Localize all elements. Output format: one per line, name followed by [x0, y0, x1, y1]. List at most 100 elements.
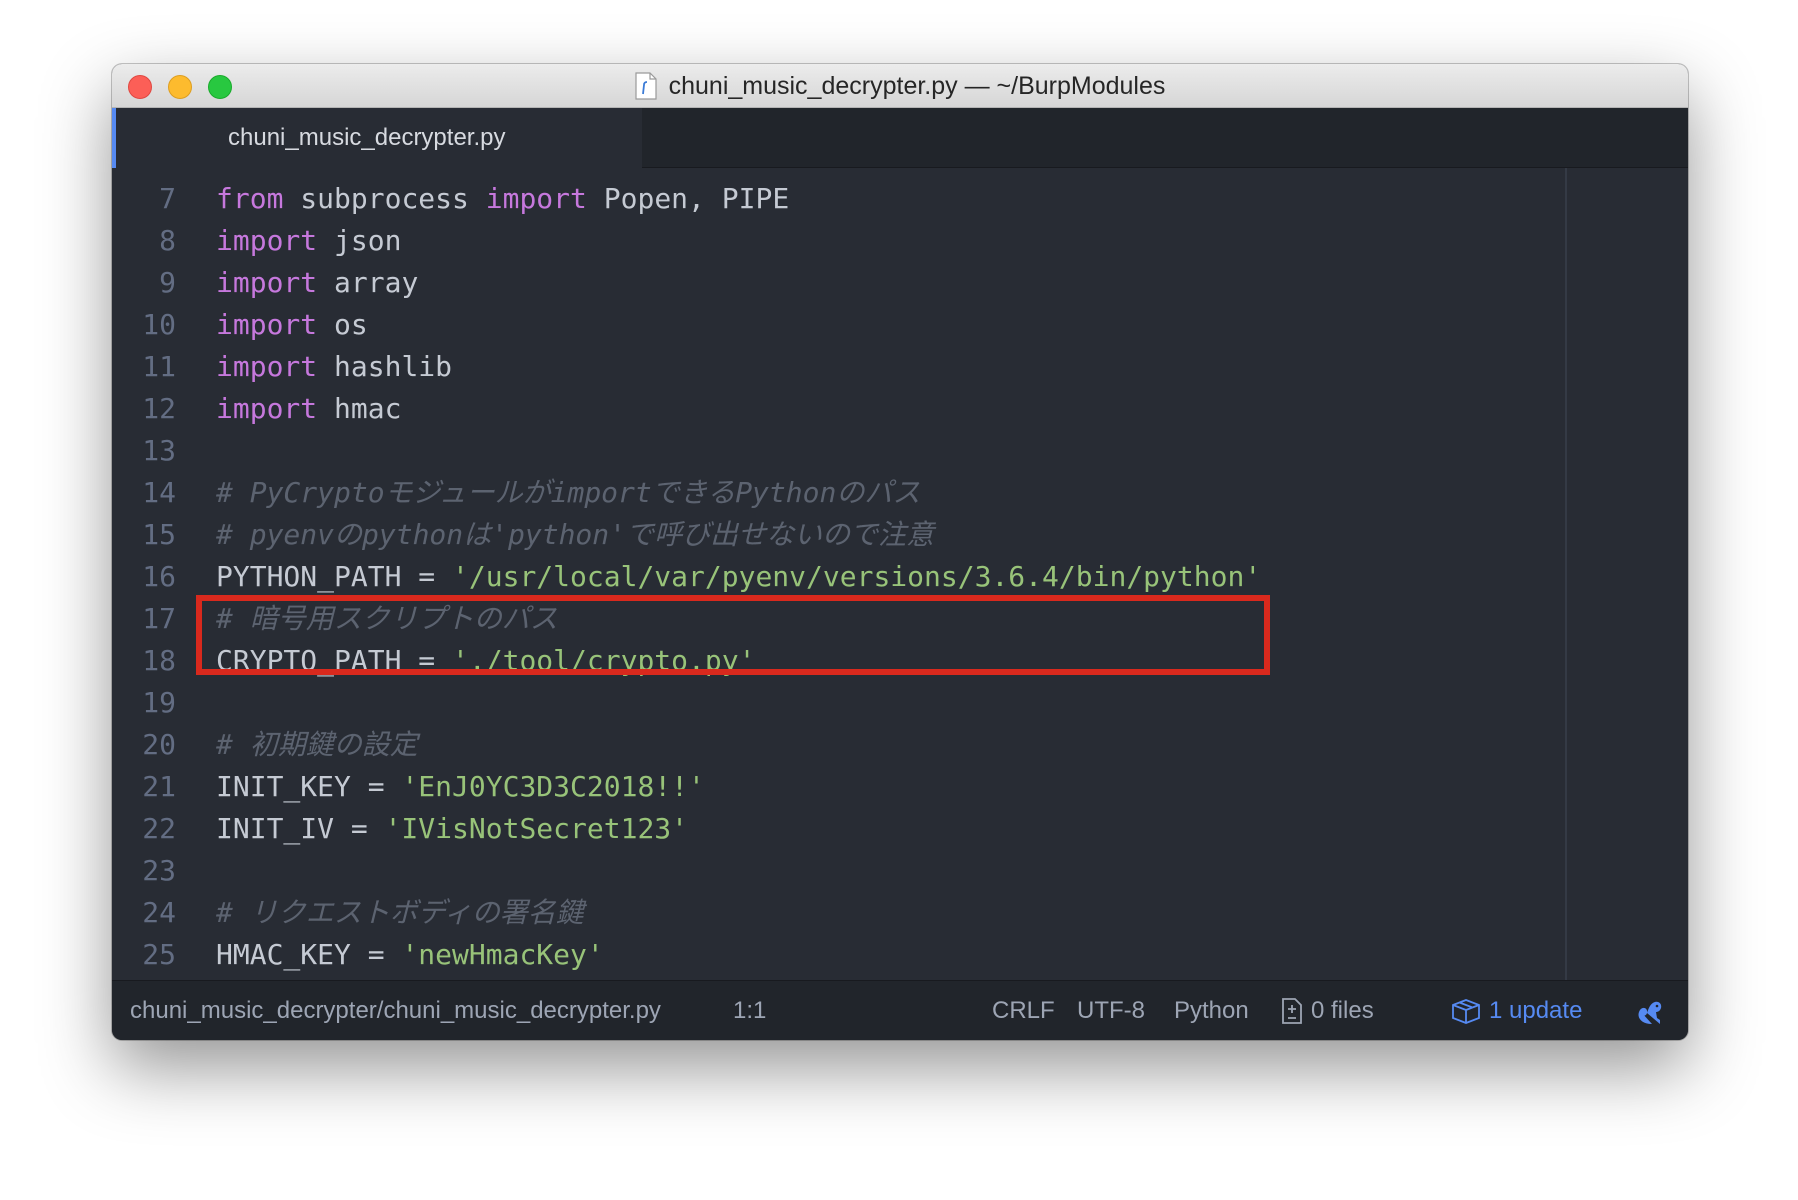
code-line[interactable]: 7 from subprocess import Popen, PIPE: [112, 178, 1688, 220]
line-number: 14: [142, 476, 176, 509]
updates-status[interactable]: 1 update: [1451, 981, 1582, 1040]
editor-window: chuni_music_decrypter.py — ~/BurpModules…: [112, 64, 1688, 1040]
code-line-content: PYTHON_PATH = '/usr/local/var/pyenv/vers…: [216, 556, 1261, 598]
comment-token: # リクエストボディの署名鍵: [216, 896, 584, 929]
comment-token: # pyenvのpythonは'python'で呼び出せないので注意: [216, 518, 935, 551]
line-ending-selector[interactable]: CRLF: [992, 981, 1055, 1040]
cursor-position[interactable]: 1:1: [733, 981, 766, 1040]
code-token: json: [317, 224, 402, 257]
code-line[interactable]: 25 HMAC_KEY = 'newHmacKey': [112, 934, 1688, 976]
string-token: 'EnJ0YC3D3C2018!!': [401, 770, 705, 803]
line-number: 20: [142, 728, 176, 761]
git-files-status[interactable]: 0 files: [1281, 981, 1374, 1040]
line-number: 24: [142, 896, 176, 929]
code-token: INIT_KEY =: [216, 770, 402, 803]
file-path[interactable]: chuni_music_decrypter/chuni_music_decryp…: [130, 981, 661, 1040]
line-number: 7: [159, 182, 176, 215]
line-number: 10: [142, 308, 176, 341]
window-title: chuni_music_decrypter.py — ~/BurpModules: [112, 64, 1688, 108]
tab-label: chuni_music_decrypter.py: [228, 124, 506, 151]
window-title-text: chuni_music_decrypter.py — ~/BurpModules: [668, 71, 1166, 100]
code-line-content: INIT_IV = 'IVisNotSecret123': [216, 808, 688, 850]
code-line[interactable]: 10 import os: [112, 304, 1688, 346]
code-line-content: # リクエストボディの署名鍵: [216, 892, 584, 934]
file-diff-icon: [1282, 997, 1302, 1024]
code-line[interactable]: 11 import hashlib: [112, 346, 1688, 388]
code-token: HMAC_KEY =: [216, 938, 402, 971]
line-number: 11: [142, 350, 176, 383]
line-number: 9: [159, 266, 176, 299]
status-bar: chuni_music_decrypter/chuni_music_decryp…: [112, 980, 1688, 1040]
updates-label: 1 update: [1489, 996, 1583, 1024]
code-editor[interactable]: 7 from subprocess import Popen, PIPE 8 impo…: [112, 168, 1688, 980]
code-line-content: INIT_KEY = 'EnJ0YC3D3C2018!!': [216, 766, 705, 808]
code-line-content: import hmac: [216, 388, 401, 430]
string-token: './tool/crypto.py': [452, 644, 756, 677]
code-line-content: import os: [216, 304, 368, 346]
string-token: '/usr/local/var/pyenv/versions/3.6.4/bin…: [452, 560, 1262, 593]
code-token: PYTHON_PATH =: [216, 560, 453, 593]
code-line[interactable]: 19: [112, 682, 1688, 724]
encoding-selector[interactable]: UTF-8: [1077, 981, 1145, 1040]
line-number: 17: [142, 602, 176, 635]
code-line[interactable]: 12 import hmac: [112, 388, 1688, 430]
line-number: 25: [142, 938, 176, 971]
code-line[interactable]: 13: [112, 430, 1688, 472]
code-line[interactable]: 16 PYTHON_PATH = '/usr/local/var/pyenv/ve…: [112, 556, 1688, 598]
keyword-token: import: [485, 182, 587, 215]
code-line[interactable]: 8 import json: [112, 220, 1688, 262]
code-token: INIT_IV =: [216, 812, 385, 845]
comment-token: # PyCryptoモジュールがimportできるPythonのパス: [216, 476, 921, 509]
title-bar[interactable]: chuni_music_decrypter.py — ~/BurpModules: [112, 64, 1688, 108]
code-line[interactable]: 17 # 暗号用スクリプトのパス: [112, 598, 1688, 640]
code-line-content: import hashlib: [216, 346, 452, 388]
code-token: CRYPTO_PATH =: [216, 644, 453, 677]
keyword-token: import: [216, 224, 318, 257]
code-line-content: from subprocess import Popen, PIPE: [216, 178, 789, 220]
code-line[interactable]: 21 INIT_KEY = 'EnJ0YC3D3C2018!!': [112, 766, 1688, 808]
code-token: Popen, PIPE: [586, 182, 790, 215]
code-token: os: [317, 308, 368, 341]
code-line-content: HMAC_KEY = 'newHmacKey': [216, 934, 604, 976]
package-icon: [1452, 998, 1480, 1024]
grammar-selector[interactable]: Python: [1174, 981, 1249, 1040]
line-number: 15: [142, 518, 176, 551]
code-line[interactable]: 14 # PyCryptoモジュールがimportできるPythonのパス: [112, 472, 1688, 514]
line-number: 18: [142, 644, 176, 677]
code-line[interactable]: 15 # pyenvのpythonは'python'で呼び出せないので注意: [112, 514, 1688, 556]
code-lines: 7 from subprocess import Popen, PIPE 8 impo…: [112, 178, 1688, 976]
code-token: subprocess: [283, 182, 486, 215]
string-token: 'IVisNotSecret123': [384, 812, 689, 845]
code-line-content: # PyCryptoモジュールがimportできるPythonのパス: [216, 472, 920, 514]
keyword-token: import: [216, 308, 318, 341]
code-line-content: import json: [216, 220, 401, 262]
comment-token: # 初期鍵の設定: [216, 728, 418, 761]
code-line[interactable]: 20 # 初期鍵の設定: [112, 724, 1688, 766]
tab-chuni-music-decrypter[interactable]: chuni_music_decrypter.py: [112, 108, 642, 168]
string-token: 'newHmacKey': [401, 938, 604, 971]
code-token: array: [317, 266, 419, 299]
code-token: hmac: [317, 392, 402, 425]
code-line-content: import array: [216, 262, 418, 304]
comment-token: # 暗号用スクリプトのパス: [216, 602, 558, 635]
keyword-token: import: [216, 350, 318, 383]
line-number: 21: [142, 770, 176, 803]
line-number: 8: [159, 224, 176, 257]
squirrel-button[interactable]: [1632, 981, 1674, 1040]
code-line[interactable]: 23: [112, 850, 1688, 892]
code-line[interactable]: 9 import array: [112, 262, 1688, 304]
keyword-token: from: [216, 182, 284, 215]
line-number: 22: [142, 812, 176, 845]
line-number: 19: [142, 686, 176, 719]
python-file-icon: [635, 72, 657, 100]
line-number: 12: [142, 392, 176, 425]
git-files-label: 0 files: [1311, 996, 1374, 1024]
tab-bar: chuni_music_decrypter.py: [112, 108, 1688, 168]
code-line[interactable]: 18 CRYPTO_PATH = './tool/crypto.py': [112, 640, 1688, 682]
line-number: 16: [142, 560, 176, 593]
line-number: 13: [142, 434, 176, 467]
code-line[interactable]: 24 # リクエストボディの署名鍵: [112, 892, 1688, 934]
code-line-content: CRYPTO_PATH = './tool/crypto.py': [216, 640, 755, 682]
code-line[interactable]: 22 INIT_IV = 'IVisNotSecret123': [112, 808, 1688, 850]
code-line-content: # pyenvのpythonは'python'で呼び出せないので注意: [216, 514, 934, 556]
